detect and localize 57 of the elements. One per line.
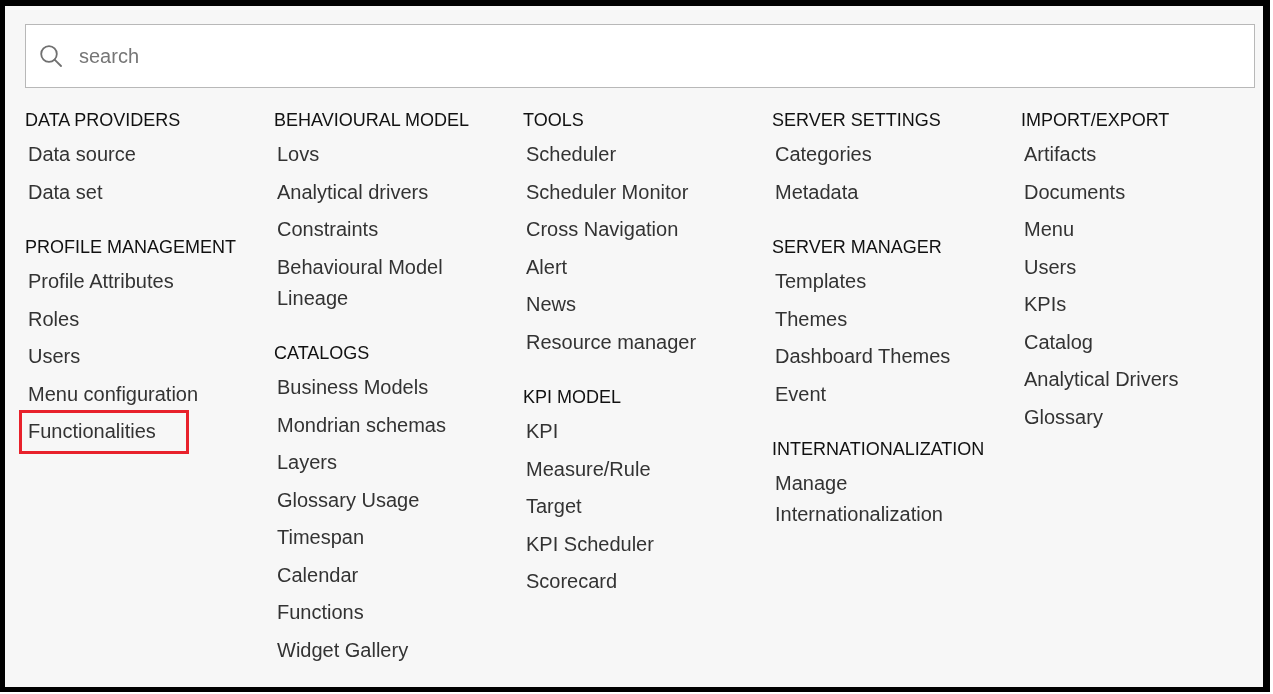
menu-link[interactable]: Scorecard (523, 563, 618, 601)
menu-link[interactable]: KPIs (1021, 286, 1067, 324)
menu-link[interactable]: Glossary (1021, 398, 1103, 436)
section-heading: KPI MODEL (523, 386, 622, 409)
menu-link[interactable]: Analytical Drivers (1021, 361, 1179, 399)
menu-link[interactable]: Cross Navigation (523, 211, 679, 249)
menu-link[interactable]: Measure/Rule (523, 450, 651, 488)
menu-link[interactable]: Functions (274, 594, 364, 632)
menu-link[interactable]: Event (772, 375, 827, 413)
menu-link[interactable]: Calendar (274, 556, 359, 594)
section-heading: IMPORT/EXPORT (1021, 109, 1170, 132)
search-icon (40, 45, 62, 67)
menu-link[interactable]: Manage Internationalization (772, 465, 975, 534)
menu-link[interactable]: Menu (1021, 211, 1075, 249)
menu-link[interactable]: Roles (25, 300, 80, 338)
menu-link[interactable]: Analytical drivers (274, 173, 429, 211)
menu-link[interactable]: Scheduler (523, 136, 617, 174)
menu-link[interactable]: Categories (772, 136, 872, 174)
menu-link[interactable]: Dashboard Themes (772, 338, 951, 376)
menu-link[interactable]: Layers (274, 444, 338, 482)
menu-link[interactable]: Glossary Usage (274, 481, 420, 519)
menu-link[interactable]: Profile Attributes (25, 263, 174, 301)
menu-link[interactable]: Users (25, 338, 81, 376)
section-heading: DATA PROVIDERS (25, 109, 181, 132)
menu-link[interactable]: KPI Scheduler (523, 525, 654, 563)
menu-link[interactable]: Artifacts (1021, 136, 1097, 174)
menu-link[interactable]: Constraints (274, 211, 379, 249)
section-heading: PROFILE MANAGEMENT (25, 236, 237, 259)
section-heading: INTERNATIONALIZATION (772, 438, 985, 461)
menu-link[interactable]: Metadata (772, 173, 859, 211)
menu-link[interactable]: Menu configuration (25, 375, 199, 413)
menu-link[interactable]: Functionalities (19, 410, 189, 454)
menu-link[interactable]: News (523, 286, 576, 324)
menu-link[interactable]: Themes (772, 300, 848, 338)
menu-link[interactable]: Scheduler Monitor (523, 173, 689, 211)
menu-link[interactable]: Data source (25, 136, 136, 174)
section-heading: SERVER MANAGER (772, 236, 942, 259)
section-heading: BEHAVIOURAL MODEL (274, 109, 470, 132)
menu-link[interactable]: Behavioural Model Lineage (274, 248, 477, 317)
menu-link[interactable]: Alert (523, 248, 568, 286)
menu-link[interactable]: Data set (25, 173, 103, 211)
menu-link[interactable]: Business Models (274, 369, 429, 407)
menu-link[interactable]: Users (1021, 248, 1077, 286)
search-field[interactable]: search (25, 24, 1255, 88)
menu-link[interactable]: Templates (772, 263, 867, 301)
menu-link[interactable]: Resource manager (523, 323, 697, 361)
menu-link[interactable]: Catalog (1021, 323, 1093, 361)
menu-link[interactable]: KPI (523, 413, 559, 451)
menu-link[interactable]: Widget Gallery (274, 631, 409, 669)
menu-link[interactable]: Target (523, 488, 582, 526)
menu-link[interactable]: Documents (1021, 173, 1126, 211)
menu-link[interactable]: Mondrian schemas (274, 406, 446, 444)
section-heading: CATALOGS (274, 342, 370, 365)
section-heading: SERVER SETTINGS (772, 109, 941, 132)
menu-link[interactable]: Timespan (274, 519, 365, 557)
section-heading: TOOLS (523, 109, 584, 132)
menu-link[interactable]: Lovs (274, 136, 320, 174)
